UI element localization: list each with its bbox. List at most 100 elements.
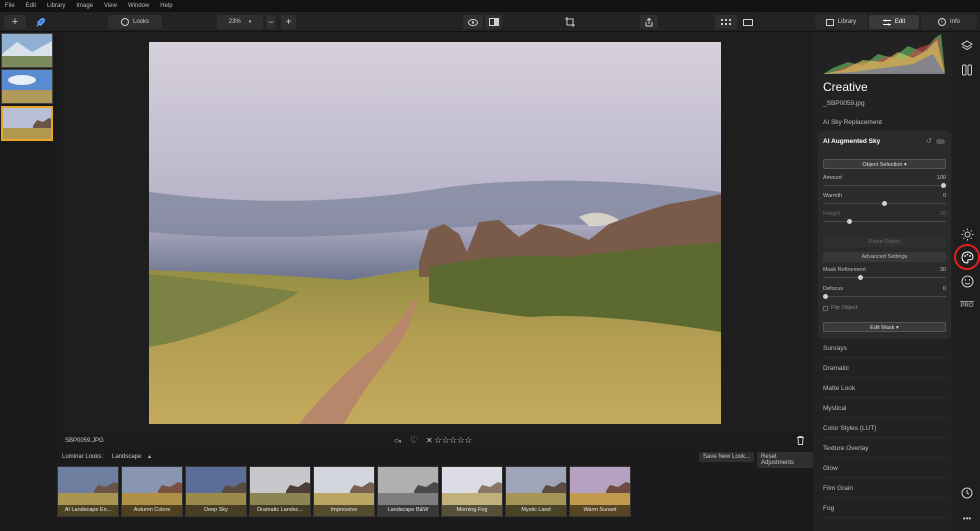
pro-icon[interactable]: PRO	[959, 297, 975, 313]
visibility-toggle[interactable]	[936, 139, 945, 144]
slider-knob[interactable]	[882, 201, 887, 206]
advanced-settings-button[interactable]: Advanced Settings	[823, 252, 946, 262]
look-label: Landscape B&W	[378, 505, 438, 516]
tab-info[interactable]: i Info	[921, 15, 977, 29]
preview-button[interactable]	[463, 15, 483, 29]
single-view-button[interactable]	[739, 15, 757, 29]
look-label: Dramatic Landsc...	[250, 505, 310, 516]
tool-label: Matte Look	[823, 385, 856, 392]
compare-icon[interactable]	[959, 62, 975, 78]
slider-defocus[interactable]	[823, 294, 946, 299]
looks-category-select[interactable]: Landscape ▲	[112, 454, 152, 460]
tab-edit-label: Edit	[894, 19, 906, 25]
tab-library[interactable]: Library	[815, 15, 867, 29]
look-thumb[interactable]: Landscape B&W	[377, 466, 439, 517]
star-rating[interactable]: ☆☆☆☆☆	[434, 435, 472, 446]
menu-help[interactable]: Help	[160, 3, 172, 9]
tool-fog[interactable]: Fog	[823, 499, 947, 518]
tool-texture-overlay[interactable]: Texture Overlay	[823, 439, 947, 458]
sun-icon[interactable]	[959, 226, 975, 242]
look-thumb[interactable]: Morning Fog	[441, 466, 503, 517]
compare-button[interactable]	[485, 15, 502, 29]
rocket-icon	[35, 17, 45, 27]
rocket-button[interactable]	[33, 15, 47, 29]
add-button[interactable]: +	[4, 15, 26, 29]
filmstrip-thumb-selected[interactable]	[1, 106, 53, 141]
pro-label: PRO	[960, 301, 974, 309]
look-thumb[interactable]: Impressive	[313, 466, 375, 517]
tool-color-styles[interactable]: Color Styles (LUT)	[823, 419, 947, 438]
tool-sunrays[interactable]: Sunrays	[823, 339, 947, 358]
slider-relight[interactable]	[823, 219, 946, 224]
palette-icon[interactable]	[959, 249, 975, 265]
color-label-icon[interactable]: ○▾	[394, 436, 401, 445]
clock-icon[interactable]	[959, 485, 975, 501]
menu-library[interactable]: Library	[47, 3, 65, 9]
minus-icon: −	[268, 17, 274, 27]
save-new-look-button[interactable]: Save New Look...	[699, 452, 755, 462]
tool-dramatic[interactable]: Dramatic	[823, 359, 947, 378]
place-object-button[interactable]: Place Object	[823, 237, 946, 247]
edit-mask-dropdown[interactable]: Edit Mask ▾	[823, 322, 946, 332]
ai-augmented-sky-panel: AI Augmented Sky ↺ Object Selection ▾ Am…	[818, 132, 951, 339]
thumb-image	[3, 108, 51, 139]
look-thumb[interactable]: Deep Sky	[185, 466, 247, 517]
slider-knob[interactable]	[941, 183, 946, 188]
layers-icon[interactable]	[959, 38, 975, 54]
slider-label-relight: Relight	[823, 211, 841, 217]
tool-film-grain[interactable]: Film Grain	[823, 479, 947, 498]
slider-knob[interactable]	[858, 275, 864, 280]
filmstrip-thumb[interactable]	[1, 33, 53, 68]
slider-label-amount: Amount	[823, 175, 842, 181]
thumb-image	[2, 70, 52, 103]
look-label: Autumn Colors	[122, 505, 182, 516]
look-label: AI Landscape En...	[58, 505, 118, 516]
undo-icon[interactable]: ↺	[926, 137, 932, 145]
zoom-select[interactable]: 23% ▾	[217, 15, 263, 29]
look-thumb[interactable]: AI Landscape En...	[57, 466, 119, 517]
slider-warmth[interactable]	[823, 201, 946, 206]
split-view-icon	[488, 18, 499, 26]
look-thumb[interactable]: Dramatic Landsc...	[249, 466, 311, 517]
menu-view[interactable]: View	[104, 3, 117, 9]
looks-button[interactable]: Looks	[108, 15, 162, 29]
crop-button[interactable]	[562, 15, 578, 29]
zoom-in-button[interactable]: +	[281, 15, 296, 29]
zoom-out-button[interactable]: −	[266, 15, 276, 29]
menu-edit[interactable]: Edit	[26, 3, 36, 9]
histogram	[823, 34, 945, 74]
tool-mystical[interactable]: Mystical	[823, 399, 947, 418]
favorite-icon[interactable]: ♡	[410, 435, 418, 446]
slider-label-mask-refinement: Mask Refinement	[823, 267, 866, 273]
menu-file[interactable]: File	[5, 3, 15, 9]
flip-object-checkbox[interactable]: Flip Object	[823, 305, 857, 311]
main-photo[interactable]	[149, 42, 721, 424]
tab-info-label: Info	[949, 19, 960, 25]
tab-edit[interactable]: Edit	[869, 15, 919, 29]
more-icon[interactable]: •••	[959, 510, 975, 526]
grid-view-button[interactable]	[715, 15, 737, 29]
tool-glow[interactable]: Glow	[823, 459, 947, 478]
slider-amount[interactable]	[823, 183, 946, 188]
tool-ai-sky-replacement[interactable]: AI Sky Replacement	[823, 113, 947, 132]
look-thumb[interactable]: Autumn Colors	[121, 466, 183, 517]
object-selection-dropdown[interactable]: Object Selection ▾	[823, 159, 946, 169]
menu-window[interactable]: Window	[128, 3, 149, 9]
look-thumb[interactable]: Mystic Land	[505, 466, 567, 517]
edit-panel: Creative _SBP0059.jpg AI Sky Replacement…	[813, 32, 953, 531]
look-thumb[interactable]: Warm Sunset	[569, 466, 631, 517]
tool-matte-look[interactable]: Matte Look	[823, 379, 947, 398]
trash-icon[interactable]	[797, 436, 804, 447]
slider-knob[interactable]	[823, 294, 828, 299]
tool-label: AI Sky Replacement	[823, 119, 882, 126]
slider-knob[interactable]	[846, 219, 852, 224]
filmstrip-thumb[interactable]	[1, 69, 53, 104]
share-button[interactable]	[640, 15, 658, 29]
face-icon[interactable]	[959, 273, 975, 289]
looks-strip: AI Landscape En... Autumn Colors Deep Sk…	[57, 464, 813, 519]
menu-image[interactable]: Image	[76, 3, 93, 9]
slider-mask-refinement[interactable]	[823, 275, 946, 280]
look-label: Warm Sunset	[570, 505, 630, 516]
reject-icon[interactable]: ✕	[426, 436, 433, 445]
checkbox-box	[823, 305, 828, 311]
